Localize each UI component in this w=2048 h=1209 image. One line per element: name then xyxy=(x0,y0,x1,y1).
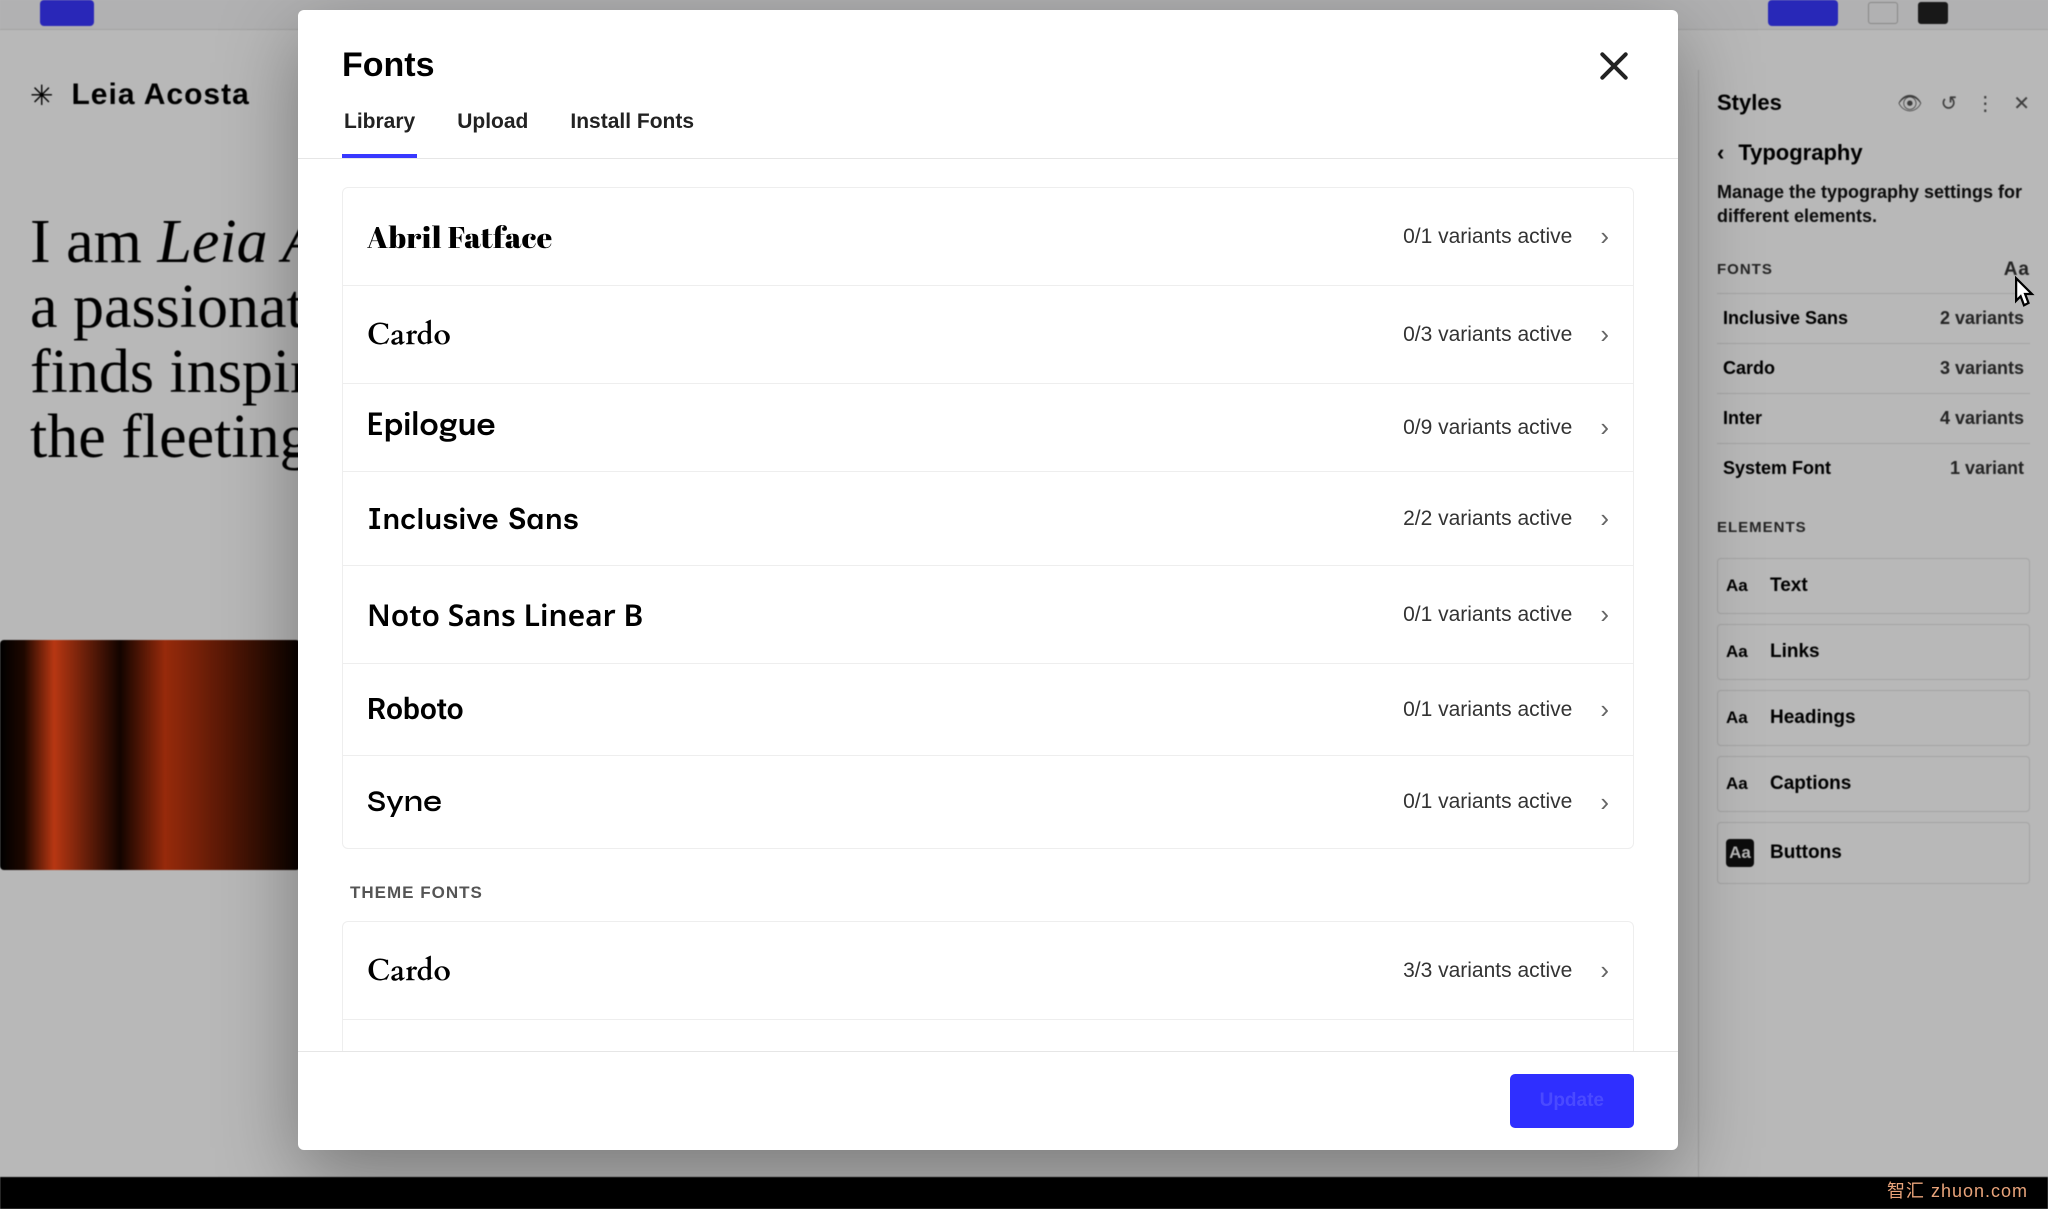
chevron-right-icon: › xyxy=(1600,599,1609,630)
font-row[interactable]: Epilogue 0/9 variants active › xyxy=(342,383,1634,471)
font-name: Inclusive Sans xyxy=(367,500,579,537)
update-button[interactable]: Update xyxy=(1510,1074,1634,1128)
font-name: Abril Fatface xyxy=(367,216,553,257)
font-variants: 0/1 variants active xyxy=(1403,790,1572,814)
chevron-right-icon: › xyxy=(1600,319,1609,350)
font-variants: 0/1 variants active xyxy=(1403,603,1572,627)
font-name: Cardo xyxy=(367,950,451,991)
modal-tabs: Library Upload Install Fonts xyxy=(298,86,1678,159)
chevron-right-icon: › xyxy=(1600,694,1609,725)
font-variants: 3/3 variants active xyxy=(1403,959,1572,983)
tab-library[interactable]: Library xyxy=(342,110,417,158)
fonts-modal: Fonts Library Upload Install Fonts Abril… xyxy=(298,10,1678,1150)
font-variants: 0/1 variants active xyxy=(1403,698,1572,722)
tab-upload[interactable]: Upload xyxy=(455,110,530,158)
font-name: Cardo xyxy=(367,314,451,355)
tab-install-fonts[interactable]: Install Fonts xyxy=(568,110,696,158)
font-name: Roboto xyxy=(367,692,464,727)
chevron-right-icon: › xyxy=(1600,221,1609,252)
theme-fonts-label: THEME FONTS xyxy=(342,849,1634,921)
font-row[interactable]: Abril Fatface 0/1 variants active › xyxy=(342,187,1634,285)
font-row[interactable]: Noto Sans Linear B 0/1 variants active › xyxy=(342,565,1634,663)
font-name: Epilogue xyxy=(367,412,496,443)
modal-title: Fonts xyxy=(342,46,435,85)
close-modal-button[interactable] xyxy=(1594,46,1634,86)
pointer-cursor-icon xyxy=(2006,276,2042,316)
font-name: Syne xyxy=(367,784,442,820)
font-name: Noto Sans Linear B xyxy=(367,594,643,635)
font-variants: 0/9 variants active xyxy=(1403,416,1572,440)
font-row[interactable]: Inclusive Sans 2/2 variants active › xyxy=(342,471,1634,565)
chevron-right-icon: › xyxy=(1600,787,1609,818)
font-variants: 0/1 variants active xyxy=(1403,225,1572,249)
font-variants: 0/3 variants active xyxy=(1403,323,1572,347)
chevron-right-icon: › xyxy=(1600,955,1609,986)
theme-font-row[interactable]: Inter4/4 variants active› xyxy=(342,1019,1634,1051)
font-row[interactable]: Roboto 0/1 variants active › xyxy=(342,663,1634,755)
chevron-right-icon: › xyxy=(1600,412,1609,443)
font-variants: 2/2 variants active xyxy=(1403,507,1572,531)
watermark: 智汇 zhuon.com xyxy=(1887,1177,2028,1203)
chevron-right-icon: › xyxy=(1600,503,1609,534)
font-row[interactable]: Syne 0/1 variants active › xyxy=(342,755,1634,849)
font-row[interactable]: Cardo 0/3 variants active › xyxy=(342,285,1634,383)
theme-font-row[interactable]: Cardo 3/3 variants active › xyxy=(342,921,1634,1019)
